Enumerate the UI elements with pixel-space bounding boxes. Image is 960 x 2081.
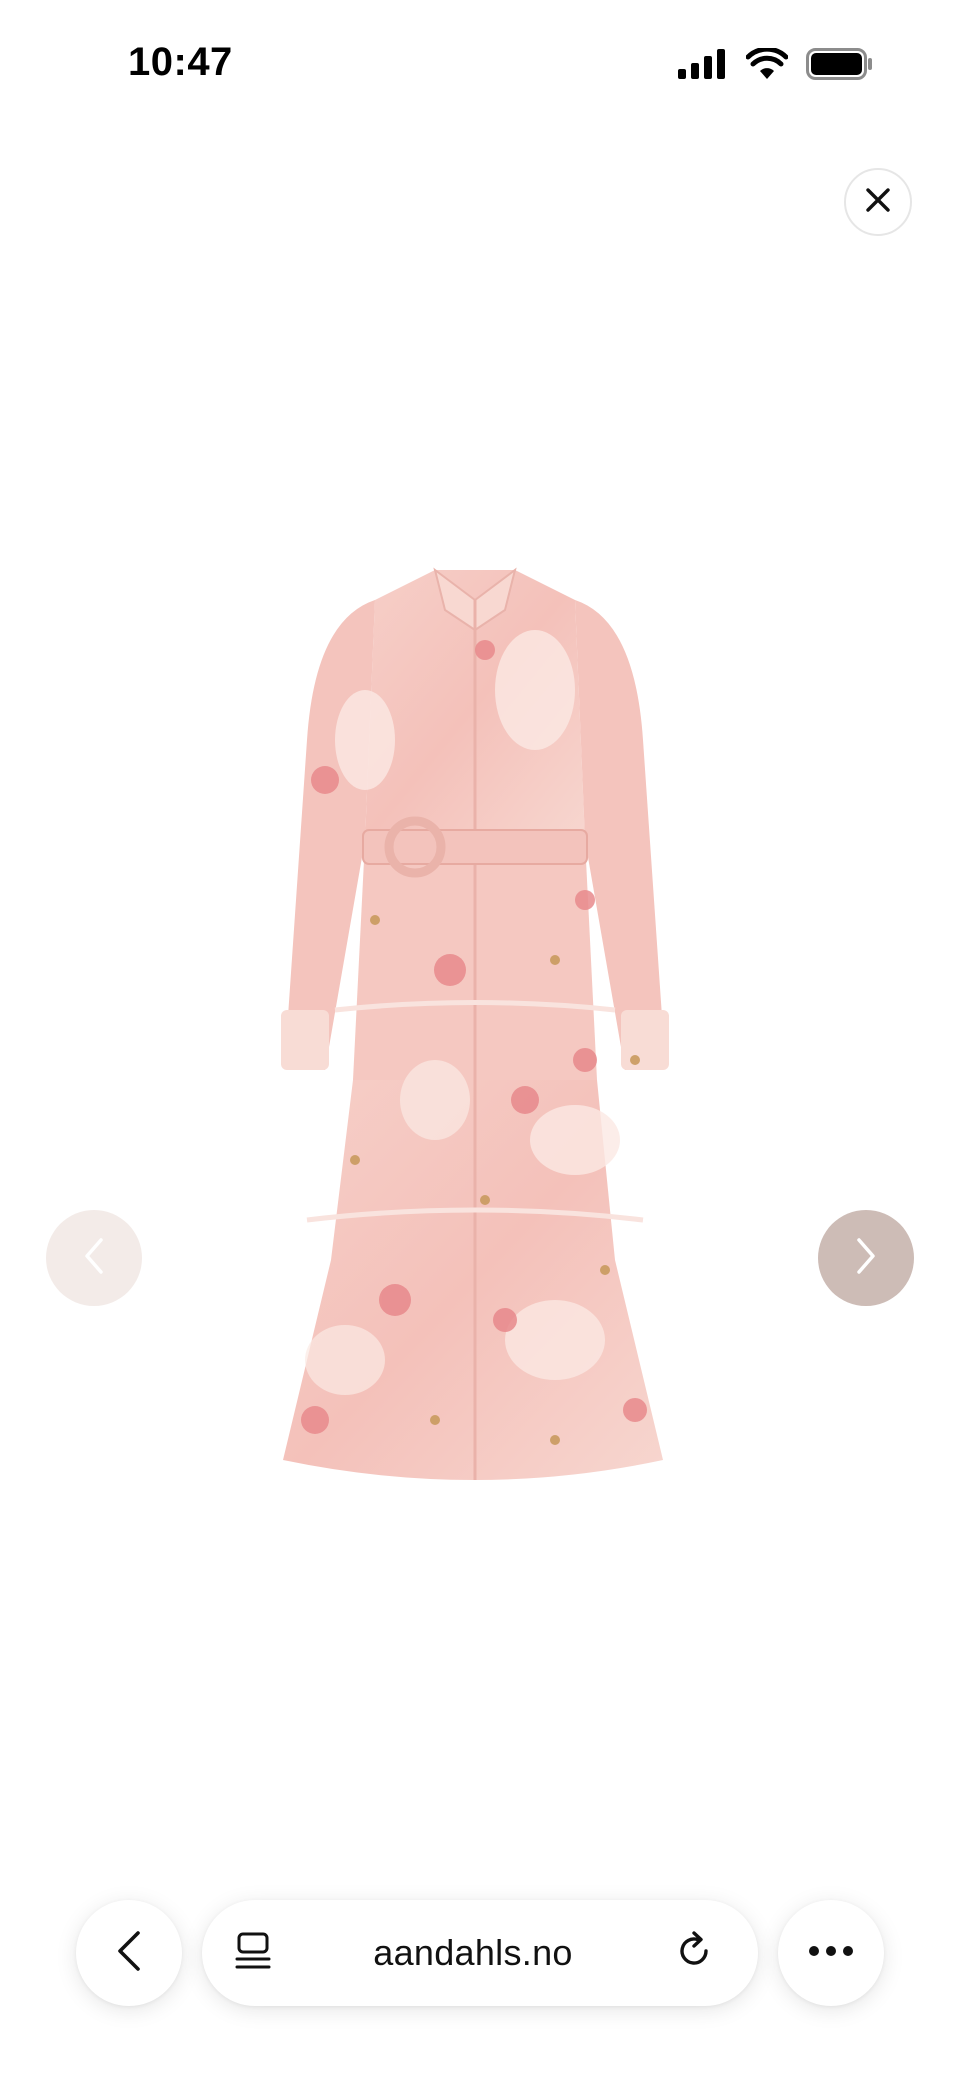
- more-button[interactable]: [778, 1900, 884, 2006]
- url-text[interactable]: aandahls.no: [373, 1932, 572, 1974]
- close-icon: [864, 186, 892, 219]
- back-button[interactable]: [76, 1900, 182, 2006]
- close-button[interactable]: [844, 168, 912, 236]
- wifi-icon: [745, 46, 789, 85]
- status-bar: 10:47: [0, 0, 960, 130]
- status-icons: [678, 46, 874, 85]
- address-bar[interactable]: aandahls.no: [202, 1900, 758, 2006]
- status-time: 10:47: [128, 40, 233, 84]
- previous-image-button[interactable]: [46, 1210, 142, 1306]
- reader-icon[interactable]: [234, 1931, 272, 1976]
- home-indicator: [340, 2056, 620, 2066]
- next-image-button[interactable]: [818, 1210, 914, 1306]
- product-image: [255, 540, 695, 1540]
- signal-icon: [678, 49, 728, 84]
- product-image-gallery: [0, 260, 960, 1720]
- more-icon: [808, 1944, 854, 1962]
- reload-icon[interactable]: [674, 1930, 714, 1976]
- chevron-left-icon: [79, 1236, 109, 1281]
- chevron-left-icon: [114, 1929, 144, 1978]
- battery-icon: [806, 48, 874, 85]
- chevron-right-icon: [851, 1236, 881, 1281]
- browser-toolbar: aandahls.no: [0, 1890, 960, 2010]
